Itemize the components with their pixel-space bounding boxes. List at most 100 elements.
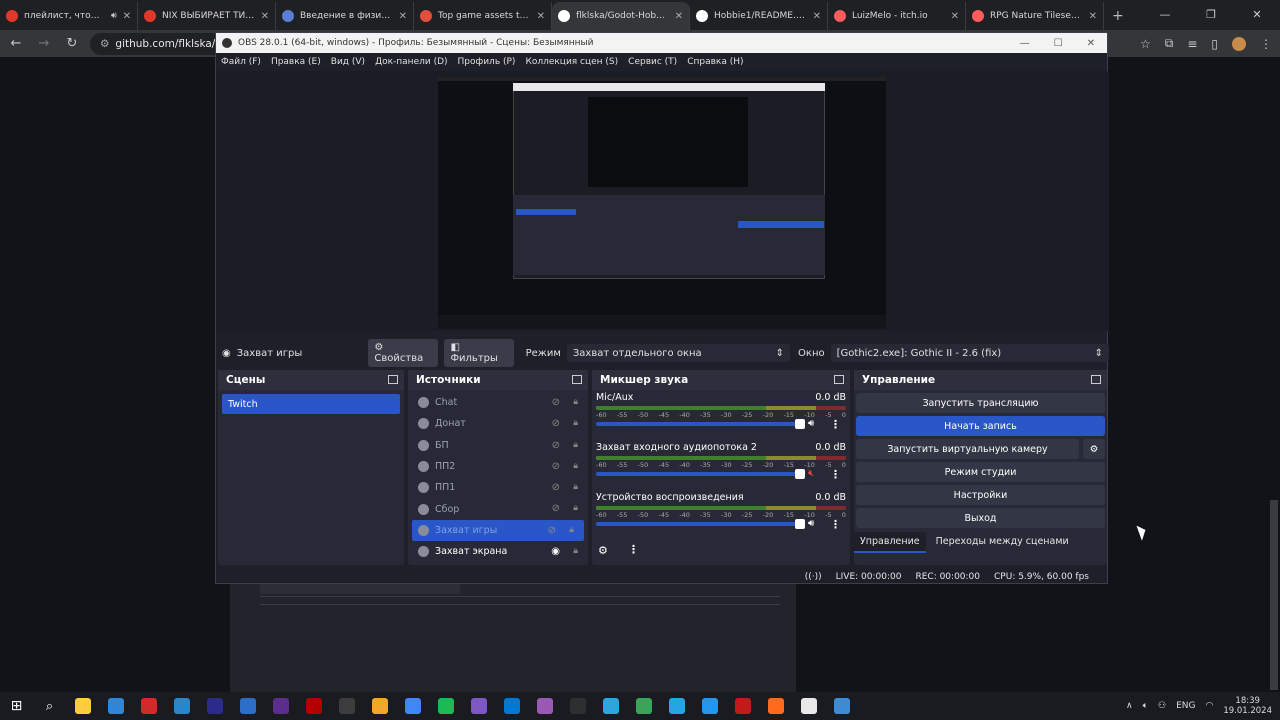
bookmark-star-icon[interactable]: ☆ — [1140, 37, 1151, 51]
source-item[interactable]: ПП2 ⊘ 🔒︎ — [408, 456, 588, 477]
undock-icon[interactable] — [388, 375, 398, 384]
menu-item[interactable]: Правка (E) — [271, 57, 321, 67]
scene-item[interactable]: Twitch — [222, 394, 400, 414]
eye-hidden-icon[interactable]: ⊘ — [552, 503, 560, 514]
lock-icon[interactable]: 🔒︎ — [573, 482, 578, 492]
taskbar-app-icon[interactable] — [396, 692, 429, 720]
taskbar-app-icon[interactable] — [198, 692, 231, 720]
taskbar-app-icon[interactable] — [330, 692, 363, 720]
source-item[interactable]: ПП1 ⊘ 🔒︎ — [408, 477, 588, 498]
tab-close-icon[interactable]: ✕ — [1089, 11, 1097, 22]
channel-menu-icon[interactable]: ⋮ — [830, 418, 841, 431]
muted-icon[interactable]: 🔇︎ — [808, 468, 814, 479]
network-icon[interactable]: ⚇ — [1158, 701, 1166, 711]
eye-hidden-icon[interactable]: ⊘ — [552, 397, 560, 408]
sidepanel-icon[interactable]: ▯ — [1211, 37, 1218, 51]
eye-icon[interactable]: ◉ — [551, 546, 560, 557]
exit-button[interactable]: Выход — [856, 508, 1105, 528]
lock-icon[interactable]: 🔒︎ — [569, 525, 574, 535]
lock-icon[interactable]: 🔒︎ — [573, 461, 578, 471]
taskbar-app-icon[interactable] — [66, 692, 99, 720]
slider-knob[interactable] — [795, 519, 805, 529]
eye-hidden-icon[interactable]: ⊘ — [552, 440, 560, 451]
taskbar-app-icon[interactable] — [264, 692, 297, 720]
tab-close-icon[interactable]: ✕ — [675, 11, 683, 22]
new-tab-button[interactable]: + — [1104, 2, 1132, 30]
menu-item[interactable]: Коллекция сцен (S) — [525, 57, 618, 67]
menu-item[interactable]: Сервис (T) — [628, 57, 677, 67]
mixer-menu-icon[interactable]: ⋮ — [628, 543, 639, 556]
taskbar-app-icon[interactable] — [594, 692, 627, 720]
taskbar-app-icon[interactable] — [726, 692, 759, 720]
media-icon[interactable]: ≡ — [1187, 37, 1197, 51]
browser-tab[interactable]: LuizMelo - itch.io ✕ — [828, 2, 966, 30]
source-item[interactable]: Сбор ⊘ 🔒︎ — [408, 498, 588, 519]
start-stream-button[interactable]: Запустить трансляцию — [856, 393, 1105, 413]
taskbar-app-icon[interactable] — [561, 692, 594, 720]
tab-close-icon[interactable]: ✕ — [123, 11, 131, 22]
volume-slider[interactable] — [596, 419, 805, 429]
search-icon[interactable]: ⌕ — [33, 692, 66, 720]
browser-tab[interactable]: плейлист, чтобы вспо 🔊︎ ✕ — [0, 2, 138, 30]
eye-hidden-icon[interactable]: ⊘ — [552, 418, 560, 429]
taskbar-app-icon[interactable] — [429, 692, 462, 720]
maximize-icon[interactable]: ❐ — [1188, 0, 1234, 30]
mixer-settings-icon[interactable]: ⚙ — [598, 544, 608, 557]
tab-close-icon[interactable]: ✕ — [261, 11, 269, 22]
tab-close-icon[interactable]: ✕ — [951, 11, 959, 22]
volume-icon[interactable]: 🔊︎ — [808, 518, 814, 529]
undock-icon[interactable] — [1091, 375, 1101, 384]
volume-slider[interactable] — [596, 519, 805, 529]
undock-icon[interactable] — [834, 375, 844, 384]
taskbar-app-icon[interactable] — [99, 692, 132, 720]
tab-close-icon[interactable]: ✕ — [399, 11, 407, 22]
menu-item[interactable]: Справка (H) — [687, 57, 743, 67]
slider-knob[interactable] — [795, 419, 805, 429]
source-item[interactable]: Захват игры ⊘ 🔒︎ — [412, 519, 584, 541]
tab-transitions[interactable]: Переходы между сценами — [926, 532, 1079, 553]
browser-tab[interactable]: Top game assets tagged ✕ — [414, 2, 552, 30]
eye-hidden-icon[interactable]: ⊘ — [548, 525, 556, 536]
extensions-icon[interactable]: ⧉ — [1165, 36, 1174, 51]
tab-close-icon[interactable]: ✕ — [537, 11, 545, 22]
menu-icon[interactable]: ⋮ — [1260, 37, 1272, 51]
menu-item[interactable]: Вид (V) — [331, 57, 365, 67]
taskbar-app-icon[interactable] — [528, 692, 561, 720]
taskbar-app-icon[interactable] — [825, 692, 858, 720]
tray-chevron-icon[interactable]: ∧ — [1126, 701, 1133, 711]
volume-icon[interactable]: 🔈︎ — [1143, 701, 1148, 711]
studio-mode-button[interactable]: Режим студии — [856, 462, 1105, 482]
slider-knob[interactable] — [795, 469, 805, 479]
audio-icon[interactable]: 🔊︎ — [111, 11, 117, 21]
taskbar-app-icon[interactable] — [297, 692, 330, 720]
taskbar-app-icon[interactable] — [627, 692, 660, 720]
obs-minimize-icon[interactable]: — — [1020, 38, 1030, 49]
taskbar-app-icon[interactable] — [792, 692, 825, 720]
taskbar-app-icon[interactable] — [165, 692, 198, 720]
browser-tab[interactable]: Hobbie1/README.md at ✕ — [690, 2, 828, 30]
language-indicator[interactable]: ENG — [1176, 701, 1195, 711]
taskbar-app-icon[interactable] — [495, 692, 528, 720]
menu-item[interactable]: Файл (F) — [221, 57, 261, 67]
source-item[interactable]: Донат ⊘ 🔒︎ — [408, 413, 588, 434]
source-item[interactable]: Захват экрана ◉ 🔒︎ — [408, 541, 588, 562]
lock-icon[interactable]: 🔒︎ — [573, 418, 578, 428]
taskbar-app-icon[interactable] — [759, 692, 792, 720]
lock-icon[interactable]: 🔒︎ — [573, 546, 578, 556]
undock-icon[interactable] — [572, 375, 582, 384]
browser-tab[interactable]: RPG Nature Tileset - Sea ✕ — [966, 2, 1104, 30]
taskbar-app-icon[interactable] — [132, 692, 165, 720]
wifi-icon[interactable]: ◠ — [1205, 701, 1213, 711]
source-item[interactable]: БП ⊘ 🔒︎ — [408, 435, 588, 456]
forward-icon[interactable]: → — [34, 36, 54, 51]
close-icon[interactable]: ✕ — [1234, 0, 1280, 30]
start-record-button[interactable]: Начать запись — [856, 416, 1105, 436]
virtual-cam-button[interactable]: Запустить виртуальную камеру — [856, 439, 1079, 459]
volume-slider[interactable] — [596, 469, 805, 479]
virtual-cam-settings-icon[interactable]: ⚙ — [1083, 439, 1105, 459]
taskbar-app-icon[interactable] — [231, 692, 264, 720]
tab-close-icon[interactable]: ✕ — [813, 11, 821, 22]
taskbar-app-icon[interactable] — [693, 692, 726, 720]
menu-item[interactable]: Док-панели (D) — [375, 57, 447, 67]
lock-icon[interactable]: 🔒︎ — [573, 503, 578, 513]
